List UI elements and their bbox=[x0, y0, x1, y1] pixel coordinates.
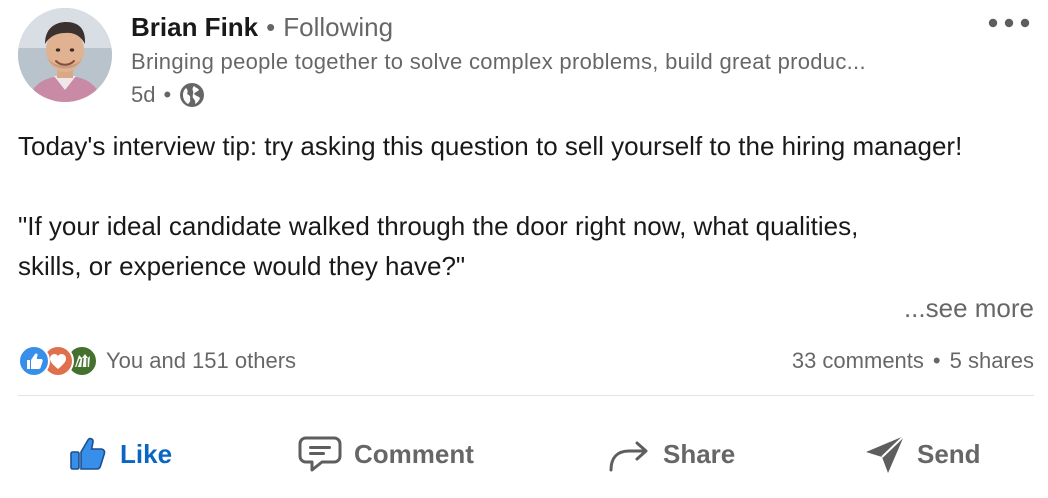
author-avatar[interactable] bbox=[18, 8, 112, 102]
feed-post: Brian Fink • Following Bringing people t… bbox=[0, 0, 1048, 498]
shares-count[interactable]: 5 shares bbox=[950, 348, 1034, 374]
post-paragraph-1: Today's interview tip: try asking this q… bbox=[18, 131, 963, 161]
post-paragraph-2: "If your ideal candidate walked through … bbox=[18, 211, 859, 281]
comment-button[interactable]: Comment bbox=[298, 430, 474, 478]
counts-separator: • bbox=[932, 348, 941, 373]
post-meta: 5d • bbox=[131, 80, 205, 110]
share-button[interactable]: Share bbox=[607, 430, 735, 478]
share-arrow-icon bbox=[609, 441, 648, 472]
comment-icon bbox=[298, 436, 342, 472]
thumbs-up-icon bbox=[70, 437, 106, 470]
post-time: 5d bbox=[131, 82, 156, 107]
comment-label: Comment bbox=[354, 438, 474, 469]
reactions-summary[interactable]: You and 151 others bbox=[18, 344, 296, 378]
send-button[interactable]: Send bbox=[865, 430, 981, 478]
reaction-icons bbox=[18, 345, 100, 377]
see-more-link[interactable]: ...see more bbox=[904, 288, 1034, 328]
post-text: Today's interview tip: try asking this q… bbox=[18, 126, 1034, 286]
avatar-photo bbox=[18, 8, 112, 102]
post-more-button[interactable] bbox=[986, 8, 1032, 38]
send-label: Send bbox=[917, 438, 981, 469]
like-button[interactable]: Like bbox=[68, 430, 172, 478]
reactions-count: You and 151 others bbox=[106, 348, 297, 373]
more-horizontal-icon bbox=[988, 18, 1030, 28]
name-separator: • bbox=[266, 11, 276, 42]
share-label: Share bbox=[663, 438, 736, 469]
comments-count[interactable]: 33 comments bbox=[792, 348, 924, 374]
author-name[interactable]: Brian Fink bbox=[131, 12, 258, 43]
engagement-counts: 33 comments • 5 shares bbox=[792, 344, 1034, 378]
globe-icon bbox=[179, 82, 205, 108]
send-paper-plane-icon bbox=[866, 435, 905, 473]
author-name-line: Brian Fink • Following bbox=[131, 10, 393, 44]
actions-divider bbox=[18, 395, 1034, 396]
like-label: Like bbox=[120, 438, 173, 469]
follow-status: Following bbox=[283, 11, 394, 42]
meta-separator: • bbox=[163, 82, 172, 107]
like-reaction-icon bbox=[18, 345, 50, 377]
author-headline[interactable]: Bringing people together to solve comple… bbox=[131, 49, 971, 75]
